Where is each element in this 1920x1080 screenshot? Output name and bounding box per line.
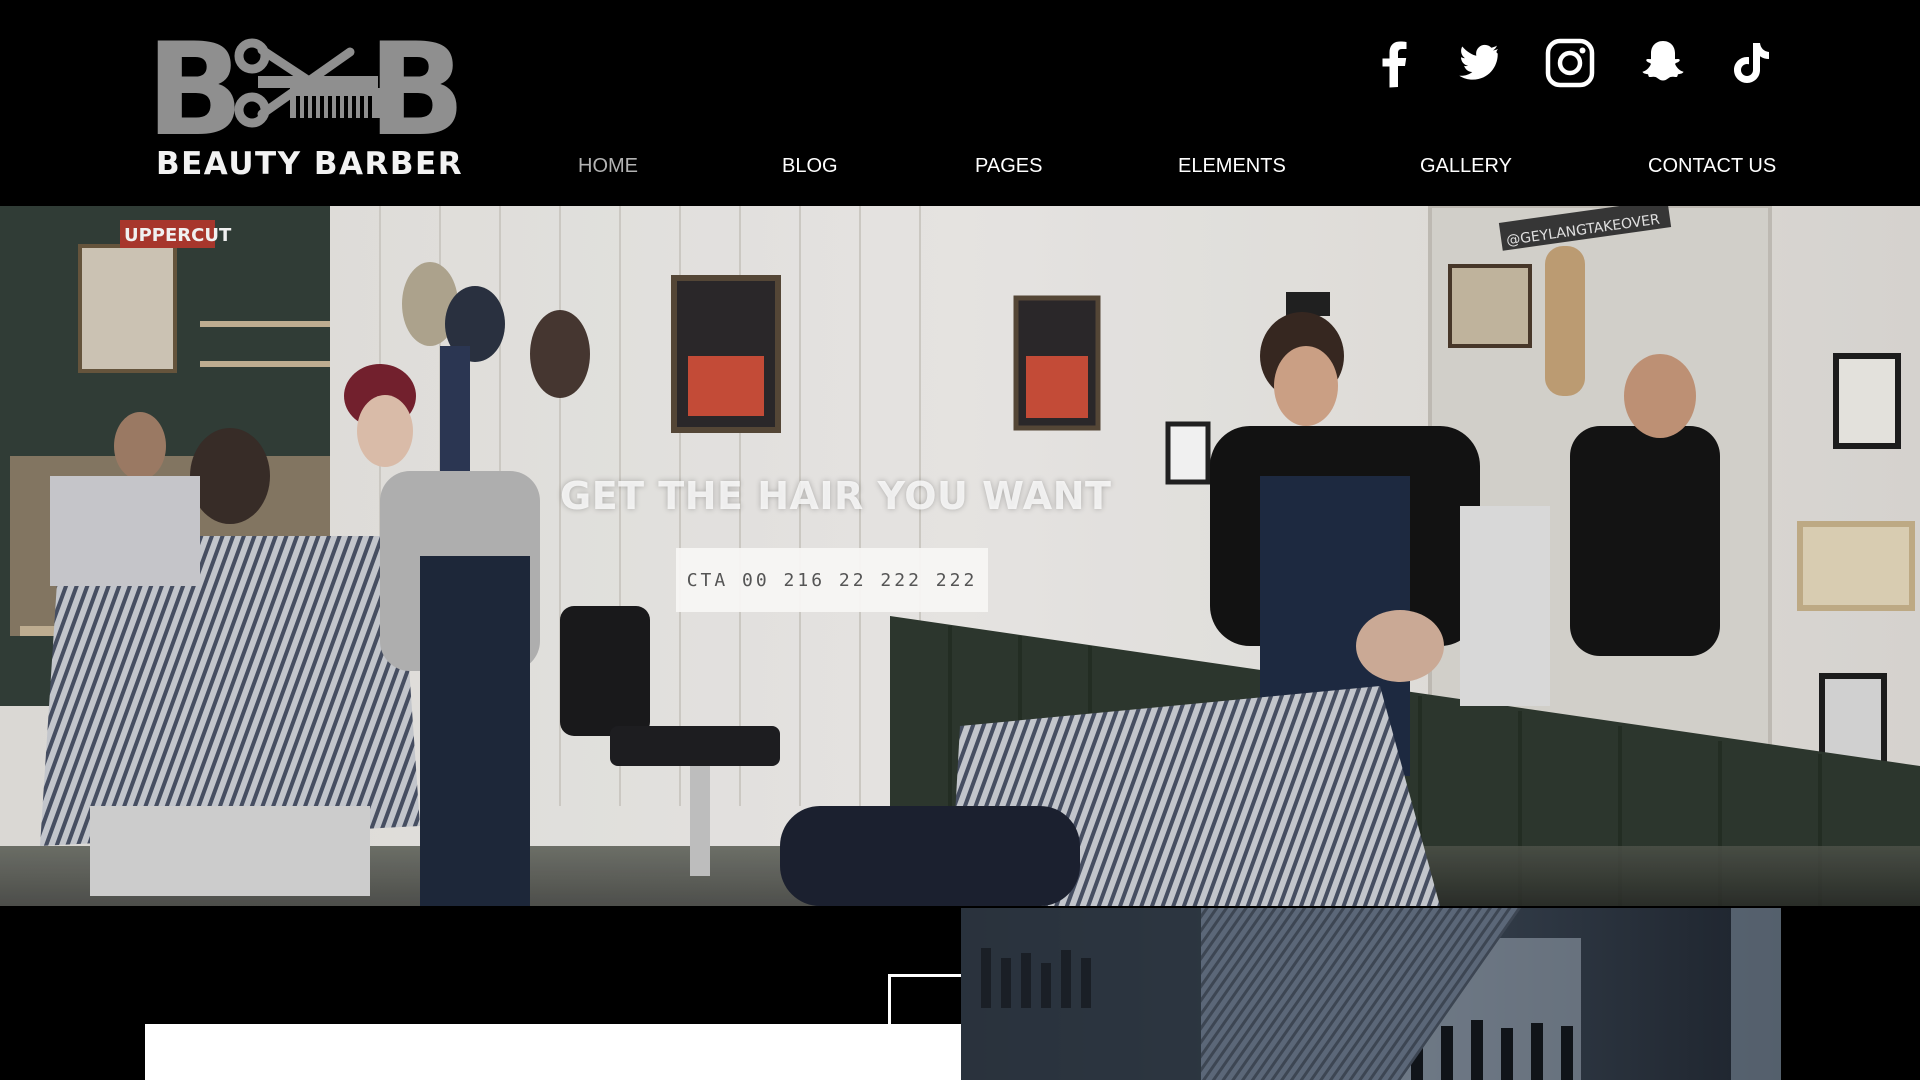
tiktok-link[interactable] (1722, 34, 1780, 92)
facebook-link[interactable] (1366, 34, 1424, 92)
nav-contact-us[interactable]: CONTACT US (1648, 155, 1776, 178)
snapchat-link[interactable] (1634, 34, 1692, 92)
nav-home[interactable]: HOME (578, 155, 638, 178)
main-navigation: HOME BLOG PAGES ELEMENTS GALLERY CONTACT… (0, 155, 1920, 185)
instagram-icon (1545, 38, 1595, 88)
content-card (145, 1024, 1044, 1080)
twitter-icon (1459, 44, 1498, 80)
cta-phone-button[interactable]: CTA 00 216 22 222 222 (676, 548, 988, 612)
instagram-link[interactable] (1541, 34, 1599, 92)
hero-title: GET THE HAIR YOU WANT (560, 474, 1112, 518)
nav-gallery[interactable]: GALLERY (1420, 155, 1512, 178)
scissors-comb-logo-mark: B B (150, 30, 460, 142)
nav-pages[interactable]: PAGES (975, 155, 1042, 178)
site-header: B B BEAUTY BARBER HOME BLOG PAGES ELEMEN… (0, 0, 1920, 206)
nav-blog[interactable]: BLOG (782, 155, 838, 178)
snapchat-icon (1642, 41, 1684, 81)
barber-detail-image (961, 908, 1781, 1080)
about-section (0, 906, 1920, 1080)
facebook-icon (1382, 41, 1407, 88)
twitter-link[interactable] (1447, 34, 1505, 92)
logo-initial-right: B (368, 30, 460, 142)
logo-initial-left: B (150, 30, 244, 142)
tiktok-icon (1734, 43, 1769, 83)
hero-section: UPPERCUT @GEYLANGTAKEOVER GET THE HAIR Y… (0, 206, 1920, 906)
nav-elements[interactable]: ELEMENTS (1178, 155, 1286, 178)
